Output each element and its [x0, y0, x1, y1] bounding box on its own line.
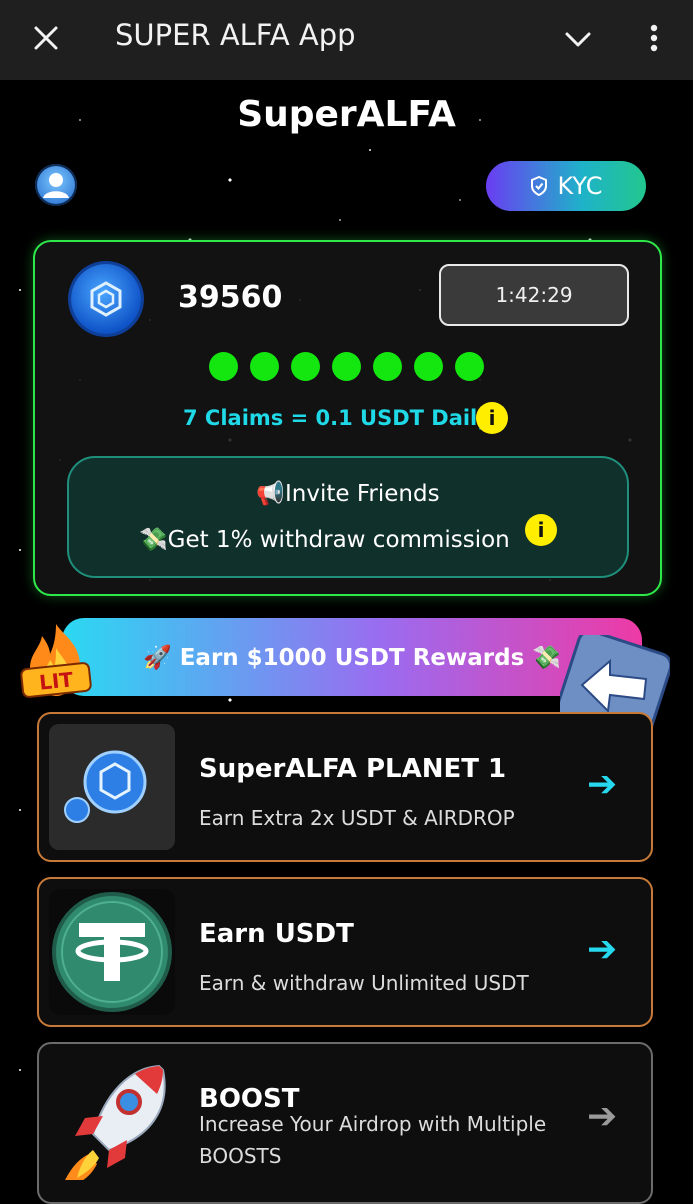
page-title: SuperALFA — [237, 94, 456, 135]
claim-dot — [373, 352, 402, 381]
kyc-button[interactable]: KYC — [486, 161, 646, 211]
invite-commission-text: 💸Get 1% withdraw commission — [139, 527, 510, 553]
claim-timer-button[interactable]: 1:42:29 — [439, 264, 629, 326]
invite-title: 📢Invite Friends — [256, 481, 440, 507]
task-earn-usdt[interactable]: Earn USDT Earn & withdraw Unlimited USDT… — [37, 877, 653, 1027]
arrow-right-icon[interactable]: ➔ — [587, 1096, 617, 1137]
kyc-label: KYC — [557, 172, 603, 200]
claims-info-text: 7 Claims = 0.1 USDT Daily — [183, 406, 491, 430]
fire-lit-icon: LIT — [20, 622, 92, 700]
task-subtitle: Earn & withdraw Unlimited USDT — [199, 971, 529, 995]
chevron-down-icon — [565, 32, 591, 47]
tether-thumbnail — [49, 889, 175, 1015]
user-icon — [43, 173, 69, 198]
arrow-right-icon[interactable]: ➔ — [587, 764, 617, 805]
task-subtitle: Increase Your Airdrop with Multiple BOOS… — [199, 1112, 547, 1168]
arrow-right-icon[interactable]: ➔ — [587, 929, 617, 970]
profile-avatar-button[interactable] — [35, 164, 77, 206]
claim-dot — [250, 352, 279, 381]
task-subtitle: Earn Extra 2x USDT & AIRDROP — [199, 806, 515, 830]
collapse-button[interactable] — [560, 22, 596, 58]
claims-info-icon[interactable]: i — [476, 402, 508, 434]
task-title: Earn USDT — [199, 919, 354, 949]
claim-progress-dots — [209, 352, 484, 381]
claim-dot — [414, 352, 443, 381]
more-menu-button[interactable] — [636, 18, 672, 58]
planet-thumbnail — [49, 724, 175, 850]
mining-card: 39560 1:42:29 7 Claims = 0.1 USDT Daily … — [33, 240, 662, 596]
invite-info-icon[interactable]: i — [525, 514, 557, 546]
earn-rewards-label: 🚀 Earn $1000 USDT Rewards 💸 — [143, 644, 561, 671]
claim-dot — [291, 352, 320, 381]
shield-icon — [530, 176, 547, 196]
earn-rewards-banner[interactable]: 🚀 Earn $1000 USDT Rewards 💸 — [62, 618, 642, 696]
superalfa-coin-icon — [71, 264, 141, 334]
invite-friends-panel[interactable]: 📢Invite Friends 💸Get 1% withdraw commiss… — [67, 456, 629, 578]
app-top-bar: SUPER ALFA App — [0, 0, 693, 80]
lit-badge-text: LIT — [38, 667, 75, 694]
more-vertical-icon — [650, 24, 658, 52]
claim-dot — [455, 352, 484, 381]
close-icon — [34, 26, 58, 50]
claim-dot — [332, 352, 361, 381]
task-title: SuperALFA PLANET 1 — [199, 754, 507, 784]
app-title-bar-text: SUPER ALFA App — [115, 18, 356, 52]
rocket-thumbnail — [49, 1054, 175, 1180]
task-boost[interactable]: BOOST Increase Your Airdrop with Multipl… — [37, 1042, 653, 1204]
points-balance: 39560 — [178, 280, 283, 315]
close-button[interactable] — [26, 18, 66, 58]
task-superalfa-planet[interactable]: SuperALFA PLANET 1 Earn Extra 2x USDT & … — [37, 712, 653, 862]
claim-dot — [209, 352, 238, 381]
